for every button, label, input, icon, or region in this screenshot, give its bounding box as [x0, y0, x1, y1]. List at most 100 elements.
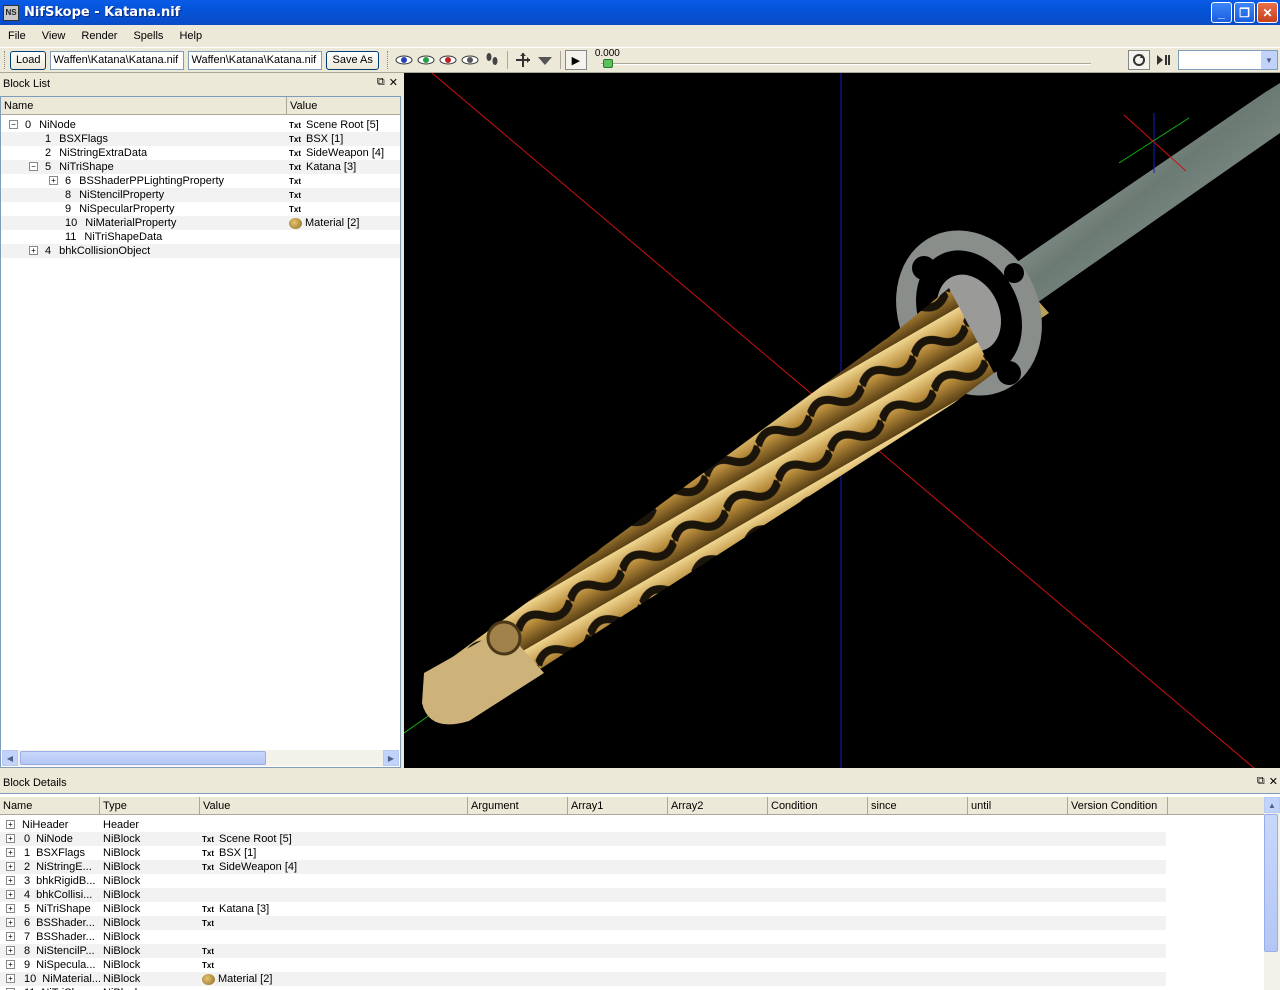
details-column-argument[interactable]: Argument — [468, 797, 568, 815]
load-button[interactable]: Load — [10, 50, 47, 70]
save-path-field[interactable]: Waffen\Katana\Katana.nif — [188, 50, 323, 70]
toolbar-grip[interactable] — [4, 51, 7, 69]
block-name: NiSpecula... — [36, 959, 96, 971]
details-column-array2[interactable]: Array2 — [668, 797, 768, 815]
row-value: Scene Root [5] — [306, 119, 379, 131]
details-column-value[interactable]: Value — [200, 797, 468, 815]
move-axis-icon[interactable] — [512, 50, 534, 70]
table-row[interactable]: + NiHeader Header — [0, 818, 1166, 832]
tree-row[interactable]: 2 NiStringExtraData Txt SideWeapon [4] — [1, 146, 400, 160]
details-column-version-condition[interactable]: Version Condition — [1068, 797, 1168, 815]
expand-icon[interactable]: + — [6, 862, 15, 871]
expand-icon[interactable]: + — [6, 974, 15, 983]
tree-row[interactable]: 11 NiTriShapeData — [1, 230, 400, 244]
time-slider[interactable]: 0.000 — [595, 48, 1095, 72]
tree-row[interactable]: −0 NiNode Txt Scene Root [5] — [1, 118, 400, 132]
table-row[interactable]: +6 BSShader... NiBlock Txt — [0, 916, 1166, 930]
expand-icon[interactable]: + — [6, 848, 15, 857]
close-dock-icon[interactable]: ✕ — [389, 76, 398, 89]
tree-row[interactable]: 10 NiMaterialProperty Material [2] — [1, 216, 400, 230]
scroll-up-icon[interactable]: ▲ — [1264, 797, 1280, 813]
scroll-right-icon[interactable]: ▶ — [383, 750, 399, 766]
expand-icon[interactable]: + — [6, 946, 15, 955]
load-path-field[interactable]: Waffen\Katana\Katana.nif — [50, 50, 185, 70]
table-row[interactable]: +5 NiTriShape NiBlock Txt Katana [3] — [0, 902, 1166, 916]
menu-file[interactable]: File — [0, 30, 34, 42]
row-value: SideWeapon [4] — [306, 147, 385, 159]
loop-icon[interactable] — [1128, 50, 1150, 70]
walk-mode-icon[interactable] — [481, 50, 503, 70]
scrollbar-thumb[interactable] — [20, 751, 266, 765]
expand-icon[interactable]: + — [6, 932, 15, 941]
block-details-table[interactable]: Name Type Value Argument Array1 Array2 Conditi… — [0, 793, 1280, 990]
toolbar-grip-2[interactable] — [386, 51, 390, 69]
view-top-icon[interactable] — [437, 50, 459, 70]
close-dock-icon[interactable]: ✕ — [1269, 775, 1278, 788]
details-column-array1[interactable]: Array1 — [568, 797, 668, 815]
expand-icon[interactable]: + — [49, 176, 58, 185]
view-front-icon[interactable] — [393, 50, 415, 70]
table-row[interactable]: +10 NiMaterial... NiBlock Material [2] — [0, 972, 1166, 986]
tree-row[interactable]: +6 BSShaderPPLightingProperty Txt — [1, 174, 400, 188]
details-column-until[interactable]: until — [968, 797, 1068, 815]
expand-icon[interactable]: + — [6, 918, 15, 927]
row-value: BSX [1] — [306, 133, 344, 145]
close-button[interactable]: ✕ — [1257, 2, 1278, 23]
expand-icon[interactable]: + — [29, 246, 38, 255]
collapse-icon[interactable]: − — [29, 162, 38, 171]
3d-viewport[interactable] — [404, 73, 1280, 768]
table-row[interactable]: +1 BSXFlags NiBlock Txt BSX [1] — [0, 846, 1166, 860]
play-button[interactable]: ▶ — [564, 50, 587, 70]
menu-help[interactable]: Help — [171, 30, 210, 42]
dropdown-arrow-icon[interactable] — [534, 50, 556, 70]
tree-row[interactable]: 9 NiSpecularProperty Txt — [1, 202, 400, 216]
details-column-since[interactable]: since — [868, 797, 968, 815]
details-column-name[interactable]: Name — [0, 797, 100, 815]
animation-select[interactable]: ▼ — [1178, 50, 1278, 70]
collapse-icon[interactable]: − — [9, 120, 18, 129]
menu-spells[interactable]: Spells — [125, 30, 171, 42]
table-row[interactable]: +0 NiNode NiBlock Txt Scene Root [5] — [0, 832, 1166, 846]
time-slider-handle[interactable] — [602, 59, 613, 68]
table-row[interactable]: +8 NiStencilP... NiBlock Txt — [0, 944, 1166, 958]
tree-row[interactable]: 8 NiStencilProperty Txt — [1, 188, 400, 202]
expand-icon[interactable]: + — [6, 876, 15, 885]
view-user-icon[interactable] — [459, 50, 481, 70]
block-list-tree[interactable]: Name Value −0 NiNode Txt Scene Root [5] 1 BSX… — [0, 96, 401, 768]
column-value[interactable]: Value — [287, 97, 400, 115]
save-as-button[interactable]: Save As — [326, 50, 379, 70]
row-value: BSX [1] — [219, 847, 257, 859]
table-row[interactable]: +11NiTriSh...NiBlock — [0, 986, 1166, 990]
chevron-down-icon[interactable]: ▼ — [1261, 51, 1277, 69]
expand-icon[interactable]: + — [6, 904, 15, 913]
column-name[interactable]: Name — [1, 97, 287, 115]
table-row[interactable]: +4 bhkCollisi... NiBlock — [0, 888, 1166, 902]
details-column-type[interactable]: Type — [100, 797, 200, 815]
details-column-condition[interactable]: Condition — [768, 797, 868, 815]
table-row[interactable]: +2 NiStringE... NiBlock Txt SideWeapon [4] — [0, 860, 1166, 874]
expand-icon[interactable]: + — [6, 834, 15, 843]
vertical-scrollbar[interactable]: ▲ — [1264, 797, 1280, 990]
maximize-button[interactable]: ❐ — [1234, 2, 1255, 23]
menu-render[interactable]: Render — [73, 30, 125, 42]
table-row[interactable]: +9 NiSpecula... NiBlock Txt — [0, 958, 1166, 972]
menu-view[interactable]: View — [34, 30, 74, 42]
block-type: NiBlock — [103, 931, 141, 943]
tree-row[interactable]: +4 bhkCollisionObject — [1, 244, 400, 258]
block-list-column-header: Name Value — [1, 97, 400, 115]
table-row[interactable]: +7 BSShader... NiBlock — [0, 930, 1166, 944]
scrollbar-thumb[interactable] — [1264, 814, 1278, 952]
horizontal-scrollbar[interactable]: ◀ ▶ — [2, 750, 399, 766]
expand-icon[interactable]: + — [6, 960, 15, 969]
scroll-left-icon[interactable]: ◀ — [2, 750, 18, 766]
table-row[interactable]: +3 bhkRigidB... NiBlock — [0, 874, 1166, 888]
float-icon[interactable]: ⧉ — [1257, 775, 1265, 788]
view-side-icon[interactable] — [415, 50, 437, 70]
float-icon[interactable]: ⧉ — [377, 76, 385, 89]
switch-sequence-icon[interactable] — [1153, 50, 1175, 70]
tree-row[interactable]: 1 BSXFlags Txt BSX [1] — [1, 132, 400, 146]
expand-icon[interactable]: + — [6, 820, 15, 829]
tree-row[interactable]: −5 NiTriShape Txt Katana [3] — [1, 160, 400, 174]
minimize-button[interactable]: _ — [1211, 2, 1232, 23]
expand-icon[interactable]: + — [6, 890, 15, 899]
